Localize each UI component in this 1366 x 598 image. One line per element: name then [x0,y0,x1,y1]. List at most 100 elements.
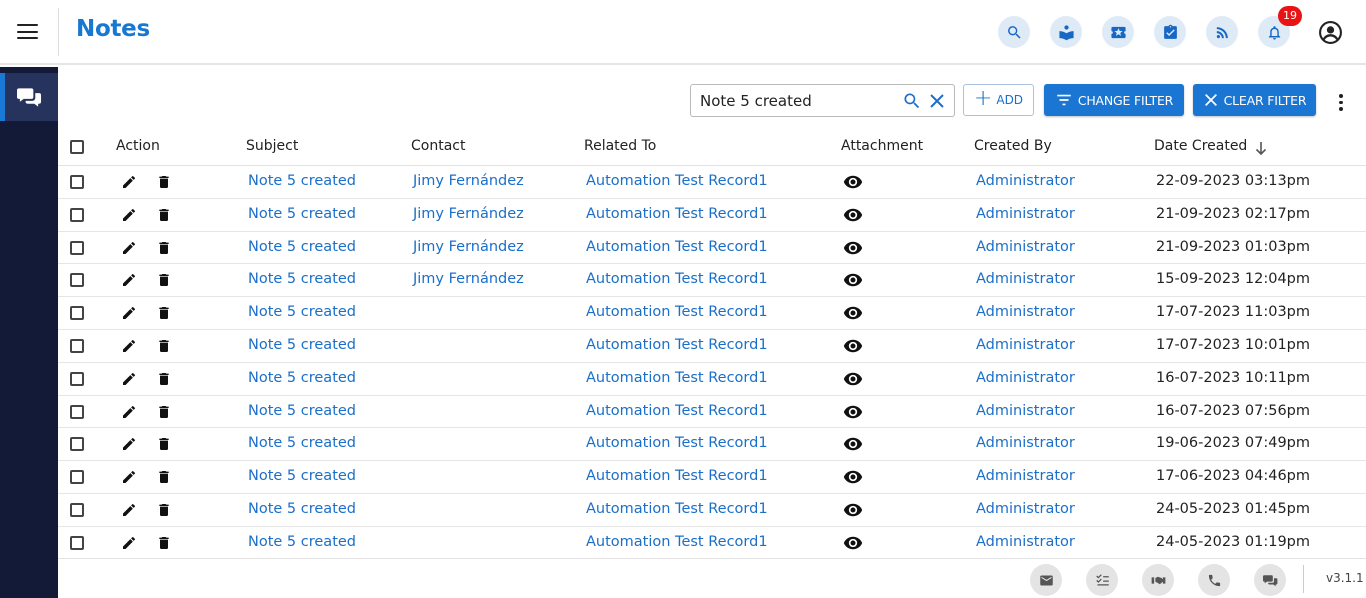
delete-icon[interactable] [156,338,172,354]
eye-icon[interactable] [843,240,863,256]
created-by-link[interactable]: Administrator [976,271,1075,287]
row-checkbox[interactable] [70,470,84,485]
related-to-link[interactable]: Automation Test Record1 [586,271,768,287]
chat-icon[interactable] [1254,564,1286,596]
created-by-link[interactable]: Administrator [976,501,1075,517]
delete-icon[interactable] [156,404,172,420]
delete-icon[interactable] [156,272,172,288]
eye-icon[interactable] [843,174,863,190]
subject-link[interactable]: Note 5 created [248,173,356,189]
related-to-link[interactable]: Automation Test Record1 [586,337,768,353]
delete-icon[interactable] [156,240,172,256]
created-by-link[interactable]: Administrator [976,435,1075,451]
eye-icon[interactable] [843,338,863,354]
row-checkbox[interactable] [70,207,84,222]
related-to-link[interactable]: Automation Test Record1 [586,468,768,484]
column-header-related-to[interactable]: Related To [584,138,656,154]
change-filter-button[interactable]: CHANGE FILTER [1044,84,1184,116]
created-by-link[interactable]: Administrator [976,239,1075,255]
subject-link[interactable]: Note 5 created [248,271,356,287]
delete-icon[interactable] [156,207,172,223]
created-by-link[interactable]: Administrator [976,304,1075,320]
row-checkbox[interactable] [70,175,84,189]
row-checkbox[interactable] [70,535,84,550]
related-to-link[interactable]: Automation Test Record1 [586,534,768,550]
edit-icon[interactable] [121,272,137,288]
row-checkbox[interactable] [70,371,84,386]
created-by-link[interactable]: Administrator [976,534,1075,550]
delete-icon[interactable] [156,371,172,387]
created-by-link[interactable]: Administrator [976,173,1075,189]
delete-icon[interactable] [156,305,172,321]
row-checkbox[interactable] [70,240,84,255]
contact-link[interactable]: Jimy Fernández [413,173,524,189]
related-to-link[interactable]: Automation Test Record1 [586,403,768,419]
row-checkbox[interactable] [70,404,84,419]
created-by-link[interactable]: Administrator [976,370,1075,386]
delete-icon[interactable] [156,174,172,190]
email-icon[interactable] [1030,564,1062,596]
edit-icon[interactable] [121,371,137,387]
knowledge-icon[interactable] [1050,16,1082,48]
delete-icon[interactable] [156,469,172,485]
meeting-icon[interactable] [1142,564,1174,596]
created-by-link[interactable]: Administrator [976,206,1075,222]
rss-icon[interactable] [1206,16,1238,48]
related-to-link[interactable]: Automation Test Record1 [586,435,768,451]
delete-icon[interactable] [156,502,172,518]
delete-icon[interactable] [156,436,172,452]
subject-link[interactable]: Note 5 created [248,501,356,517]
edit-icon[interactable] [121,436,137,452]
edit-icon[interactable] [121,305,137,321]
subject-link[interactable]: Note 5 created [248,534,356,550]
eye-icon[interactable] [843,502,863,518]
edit-icon[interactable] [121,502,137,518]
menu-icon[interactable] [17,24,38,40]
row-checkbox[interactable] [70,306,84,321]
column-header-contact[interactable]: Contact [411,138,465,154]
subject-link[interactable]: Note 5 created [248,206,356,222]
eye-icon[interactable] [843,207,863,223]
contact-link[interactable]: Jimy Fernández [413,206,524,222]
row-checkbox[interactable] [70,502,84,517]
row-checkbox[interactable] [70,273,84,288]
edit-icon[interactable] [121,207,137,223]
delete-icon[interactable] [156,535,172,551]
column-header-subject[interactable]: Subject [246,138,298,154]
task-icon[interactable] [1154,16,1186,48]
created-by-link[interactable]: Administrator [976,337,1075,353]
eye-icon[interactable] [843,371,863,387]
subject-link[interactable]: Note 5 created [248,403,356,419]
column-header-attachment[interactable]: Attachment [841,138,923,154]
edit-icon[interactable] [121,469,137,485]
search-icon[interactable] [998,16,1030,48]
eye-icon[interactable] [843,272,863,288]
edit-icon[interactable] [121,240,137,256]
search-icon[interactable] [902,91,922,111]
related-to-link[interactable]: Automation Test Record1 [586,206,768,222]
related-to-link[interactable]: Automation Test Record1 [586,370,768,386]
ticket-icon[interactable] [1102,16,1134,48]
select-all-checkbox[interactable] [70,140,84,154]
subject-link[interactable]: Note 5 created [248,435,356,451]
contact-link[interactable]: Jimy Fernández [413,271,524,287]
column-header-created-by[interactable]: Created By [974,138,1052,154]
eye-icon[interactable] [843,535,863,551]
checklist-icon[interactable] [1086,564,1118,596]
sidebar-item-notes[interactable] [0,73,58,121]
row-checkbox[interactable] [70,437,84,452]
profile-icon[interactable] [1316,18,1344,46]
more-options-icon[interactable] [1334,91,1348,112]
row-checkbox[interactable] [70,338,84,353]
eye-icon[interactable] [843,404,863,420]
created-by-link[interactable]: Administrator [976,403,1075,419]
search-input[interactable] [700,90,890,112]
eye-icon[interactable] [843,305,863,321]
clear-filter-button[interactable]: CLEAR FILTER [1193,84,1316,116]
contact-link[interactable]: Jimy Fernández [413,239,524,255]
subject-link[interactable]: Note 5 created [248,239,356,255]
subject-link[interactable]: Note 5 created [248,304,356,320]
edit-icon[interactable] [121,174,137,190]
edit-icon[interactable] [121,535,137,551]
subject-link[interactable]: Note 5 created [248,337,356,353]
